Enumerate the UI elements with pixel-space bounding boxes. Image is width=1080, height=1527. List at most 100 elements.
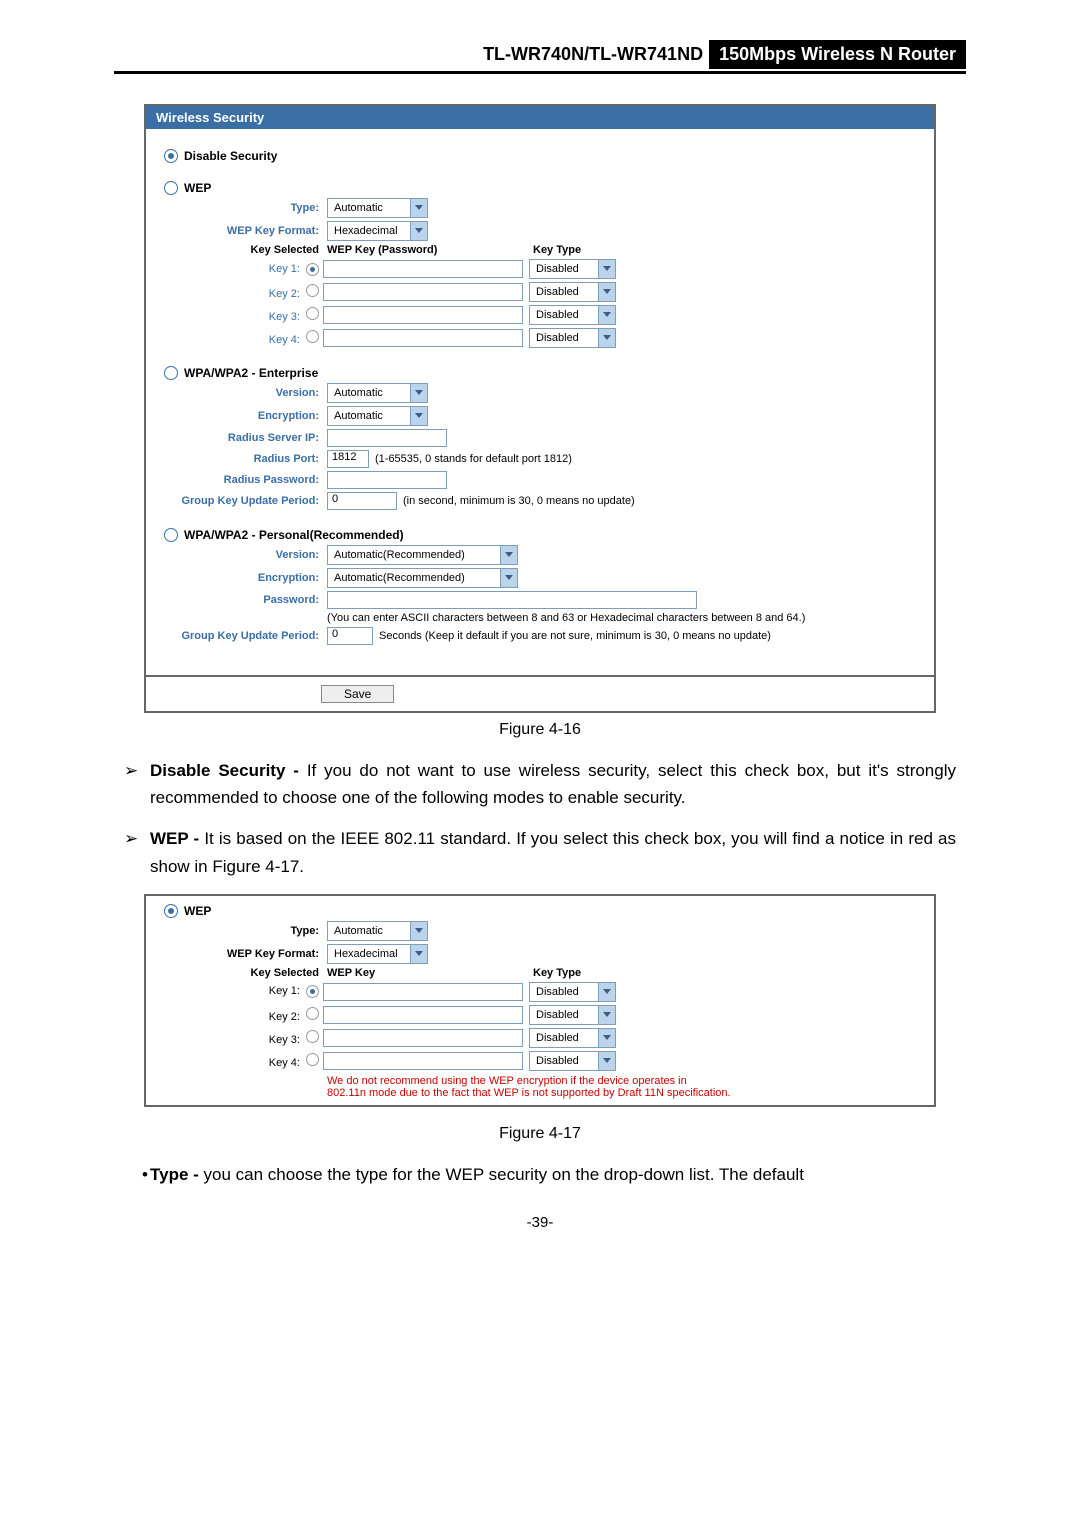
radius-ip-input[interactable]	[327, 429, 447, 447]
psk-password-label: Password:	[164, 594, 327, 606]
bullet-dot-icon: •	[124, 1161, 150, 1188]
chevron-down-icon	[410, 945, 427, 963]
radius-port-input[interactable]: 1812	[327, 450, 369, 468]
ent-version-dropdown[interactable]: Automatic	[327, 383, 428, 403]
wep-key4-type-dropdown[interactable]: Disabled	[529, 328, 616, 348]
ent-gkup-input[interactable]: 0	[327, 492, 397, 510]
disable-security-label: Disable Security	[184, 149, 277, 163]
bullet-arrow-icon: ➢	[124, 825, 150, 879]
list-item: Disable Security - If you do not want to…	[150, 757, 956, 811]
wep2-key1-input[interactable]	[323, 983, 523, 1001]
wep2-col-type: Key Type	[533, 967, 581, 979]
wep-key2-radio[interactable]	[306, 284, 319, 297]
chevron-down-icon	[500, 546, 517, 564]
wep-key4-input[interactable]	[323, 329, 523, 347]
panel-title: Wireless Security	[146, 106, 934, 129]
wep-key3-input[interactable]	[323, 306, 523, 324]
wep2-key-label: Key 2:	[269, 1011, 300, 1023]
wep-warning-line1: We do not recommend using the WEP encryp…	[327, 1075, 916, 1087]
wep-type-dropdown[interactable]: Automatic	[327, 198, 428, 218]
wep2-key1-radio[interactable]	[306, 985, 319, 998]
wep-key2-type-dropdown[interactable]: Disabled	[529, 282, 616, 302]
wep-keyformat-dropdown[interactable]: Hexadecimal	[327, 221, 428, 241]
chevron-down-icon	[598, 1052, 615, 1070]
psk-password-hint: (You can enter ASCII characters between …	[327, 612, 805, 624]
ent-version-label: Version:	[164, 387, 327, 399]
wep2-key1-type-dropdown[interactable]: Disabled	[529, 982, 616, 1002]
option-wpa-enterprise[interactable]: WPA/WPA2 - Enterprise	[164, 366, 916, 380]
wep2-key2-radio[interactable]	[306, 1007, 319, 1020]
wep-type-label: Type:	[164, 202, 327, 214]
psk-version-dropdown[interactable]: Automatic(Recommended)	[327, 545, 518, 565]
wep-key1-input[interactable]	[323, 260, 523, 278]
wep-key3-type-dropdown[interactable]: Disabled	[529, 305, 616, 325]
wep-capture: WEP Type: Automatic WEP Key Format: Hexa…	[144, 894, 936, 1107]
option-wep-2[interactable]: WEP	[164, 904, 916, 918]
option-wep[interactable]: WEP	[164, 181, 916, 195]
wep-key-row: Key 2: Disabled	[164, 282, 916, 302]
option-wpa-personal[interactable]: WPA/WPA2 - Personal(Recommended)	[164, 528, 916, 542]
ent-encryption-dropdown[interactable]: Automatic	[327, 406, 428, 426]
doc-list: ➢ Disable Security - If you do not want …	[114, 757, 966, 880]
psk-gkup-hint: Seconds (Keep it default if you are not …	[379, 630, 771, 642]
psk-gkup-label: Group Key Update Period:	[164, 630, 327, 642]
wep2-col-key: WEP Key	[327, 967, 527, 979]
wep2-key2-type: Disabled	[530, 1009, 598, 1021]
wep-key1-type: Disabled	[530, 263, 598, 275]
psk-password-input[interactable]	[327, 591, 697, 609]
ent-gkup-hint: (in second, minimum is 30, 0 means no up…	[403, 495, 635, 507]
wep-key2-type: Disabled	[530, 286, 598, 298]
list-item: WEP - It is based on the IEEE 802.11 sta…	[150, 825, 956, 879]
chevron-down-icon	[598, 1029, 615, 1047]
header-model: TL-WR740N/TL-WR741ND	[477, 40, 709, 69]
wep2-key2-input[interactable]	[323, 1006, 523, 1024]
chevron-down-icon	[598, 983, 615, 1001]
wep-key4-radio[interactable]	[306, 330, 319, 343]
radio-wpa-personal[interactable]	[164, 528, 178, 542]
chevron-down-icon	[410, 384, 427, 402]
wep2-keyformat-label: WEP Key Format:	[164, 948, 327, 960]
radius-pwd-input[interactable]	[327, 471, 447, 489]
wep-key1-radio[interactable]	[306, 263, 319, 276]
wep2-key3-type-dropdown[interactable]: Disabled	[529, 1028, 616, 1048]
wep2-key3-input[interactable]	[323, 1029, 523, 1047]
wep-title: WEP	[184, 181, 211, 195]
radio-wpa-enterprise[interactable]	[164, 366, 178, 380]
ent-version-value: Automatic	[328, 387, 410, 399]
wep2-type-dropdown[interactable]: Automatic	[327, 921, 428, 941]
option-disable-security[interactable]: Disable Security	[164, 149, 916, 163]
wep2-key4-type-dropdown[interactable]: Disabled	[529, 1051, 616, 1071]
chevron-down-icon	[410, 199, 427, 217]
wep-key1-type-dropdown[interactable]: Disabled	[529, 259, 616, 279]
radius-port-hint: (1-65535, 0 stands for default port 1812…	[375, 453, 572, 465]
header-desc: 150Mbps Wireless N Router	[709, 40, 966, 69]
save-button[interactable]: Save	[321, 685, 394, 703]
wep2-key-label: Key 3:	[269, 1034, 300, 1046]
radio-wep[interactable]	[164, 181, 178, 195]
wep2-col-selected: Key Selected	[164, 967, 327, 979]
psk-encryption-dropdown[interactable]: Automatic(Recommended)	[327, 568, 518, 588]
psk-version-value: Automatic(Recommended)	[328, 549, 500, 561]
wep2-key-row: Key 3: Disabled	[164, 1028, 916, 1048]
chevron-down-icon	[410, 407, 427, 425]
psk-encryption-value: Automatic(Recommended)	[328, 572, 500, 584]
psk-gkup-input[interactable]: 0	[327, 627, 373, 645]
radio-disable-security[interactable]	[164, 149, 178, 163]
wep2-key2-type-dropdown[interactable]: Disabled	[529, 1005, 616, 1025]
wep-key4-type: Disabled	[530, 332, 598, 344]
wep-key-label: Key 4:	[269, 334, 300, 346]
wep-warning-line2: 802.11n mode due to the fact that WEP is…	[327, 1087, 916, 1099]
chevron-down-icon	[598, 329, 615, 347]
wep2-key4-input[interactable]	[323, 1052, 523, 1070]
ent-encryption-label: Encryption:	[164, 410, 327, 422]
wep-key3-radio[interactable]	[306, 307, 319, 320]
radio-wep-2[interactable]	[164, 904, 178, 918]
wep2-key3-radio[interactable]	[306, 1030, 319, 1043]
wep2-key4-type: Disabled	[530, 1055, 598, 1067]
wep2-keyformat-dropdown[interactable]: Hexadecimal	[327, 944, 428, 964]
figure-4-17-caption: Figure 4-17	[114, 1125, 966, 1143]
wep-key2-input[interactable]	[323, 283, 523, 301]
wep2-key-label: Key 4:	[269, 1057, 300, 1069]
wep2-key4-radio[interactable]	[306, 1053, 319, 1066]
wep2-type-value: Automatic	[328, 925, 410, 937]
